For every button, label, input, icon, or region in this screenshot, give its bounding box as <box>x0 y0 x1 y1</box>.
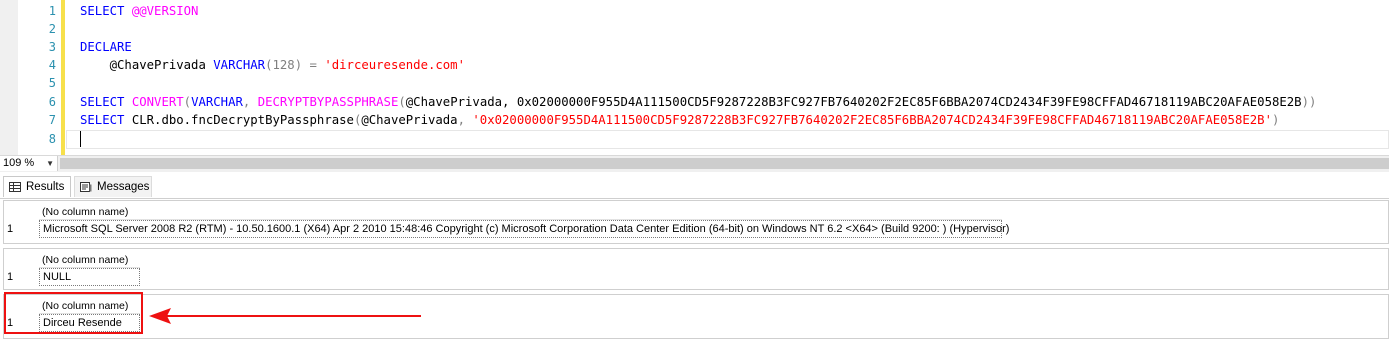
annotation-arrow-icon <box>149 308 421 324</box>
result-cell[interactable]: Microsoft SQL Server 2008 R2 (RTM) - 10.… <box>39 220 1009 238</box>
code-token: 'dirceuresende.com' <box>324 58 465 72</box>
scrollbar-thumb[interactable] <box>60 158 1389 169</box>
code-token: , <box>457 113 473 127</box>
tab-messages[interactable]: Messages <box>74 176 152 197</box>
code-token: ( <box>398 95 406 109</box>
line-number: 5 <box>48 76 56 90</box>
code-token: )) <box>1301 95 1317 109</box>
code-token: SELECT <box>80 95 132 109</box>
code-token: SELECT <box>80 113 132 127</box>
row-number[interactable]: 1 <box>7 223 13 235</box>
line-number: 8 <box>48 132 56 146</box>
horizontal-scrollbar[interactable] <box>60 158 1389 169</box>
line-number: 1 <box>48 4 56 18</box>
line-number: 7 <box>48 113 56 127</box>
code-token: @ChavePrivada <box>361 113 458 127</box>
code-line-4[interactable]: @ChavePrivada VARCHAR(128) = 'dirceurese… <box>80 56 465 74</box>
column-header[interactable]: (No column name) <box>39 205 1002 220</box>
code-token: @@VERSION <box>131 4 199 18</box>
tab-results[interactable]: Results <box>3 176 71 197</box>
code-token: VARCHAR <box>213 58 266 72</box>
result-cell[interactable]: NULL <box>39 268 140 286</box>
column-header[interactable]: (No column name) <box>39 253 140 268</box>
code-token: '0x02000000F955D4A111500CD5F9287228B3FC9… <box>472 113 1272 127</box>
result-grid-1[interactable]: (No column name) 1 Microsoft SQL Server … <box>3 200 1389 244</box>
code-token: (128) <box>265 58 310 72</box>
code-line-3[interactable]: DECLARE <box>80 38 132 56</box>
code-token: CLR.dbo.fncDecryptByPassphrase <box>131 113 354 127</box>
code-token: SELECT <box>80 4 125 18</box>
code-token: , <box>242 95 258 109</box>
results-tab-strip: Results Messages <box>0 172 1389 199</box>
zoom-dropdown[interactable]: 109 % ▼ <box>0 156 58 171</box>
code-token: ( <box>183 95 192 109</box>
query-editor[interactable]: 1 2 3 4 5 6 7 8 SELECT @@VERSION DECLARE… <box>0 0 1389 155</box>
line-number: 4 <box>48 58 56 72</box>
code-token: @ChavePrivada, 0x02000000F955D4A111500CD… <box>405 95 1302 109</box>
line-number: 6 <box>48 95 56 109</box>
tab-results-label: Results <box>26 181 65 193</box>
code-line-7[interactable]: SELECT CLR.dbo.fncDecryptByPassphrase(@C… <box>80 111 1279 129</box>
line-number: 2 <box>48 22 56 36</box>
change-tracking-bar <box>61 0 65 155</box>
code-token: DECLARE <box>80 40 132 54</box>
code-area[interactable]: SELECT @@VERSION DECLARE @ChavePrivada V… <box>66 0 1389 155</box>
messages-icon <box>80 182 92 192</box>
code-token: CONVERT <box>131 95 184 109</box>
code-token: VARCHAR <box>191 95 243 109</box>
code-token: DECRYPTBYPASSPHRASE <box>257 95 399 109</box>
tab-messages-label: Messages <box>97 181 150 193</box>
current-line-highlight <box>66 130 1389 149</box>
grid-icon <box>9 182 21 192</box>
chevron-down-icon: ▼ <box>46 159 54 168</box>
code-line-1[interactable]: SELECT @@VERSION <box>80 2 198 20</box>
zoom-value: 109 % <box>3 157 35 169</box>
row-number[interactable]: 1 <box>7 271 13 283</box>
line-number-gutter: 1 2 3 4 5 6 7 8 <box>18 0 60 155</box>
result-grid-2[interactable]: (No column name) 1 NULL <box>3 248 1389 290</box>
line-number: 3 <box>48 40 56 54</box>
code-token: = <box>309 58 325 72</box>
text-caret <box>80 131 81 147</box>
code-line-6[interactable]: SELECT CONVERT(VARCHAR, DECRYPTBYPASSPHR… <box>80 93 1316 111</box>
annotation-highlight-box <box>4 292 143 334</box>
editor-status-bar: 109 % ▼ <box>0 155 1389 172</box>
code-token: @ChavePrivada <box>80 58 214 72</box>
code-token: ) <box>1271 113 1280 127</box>
